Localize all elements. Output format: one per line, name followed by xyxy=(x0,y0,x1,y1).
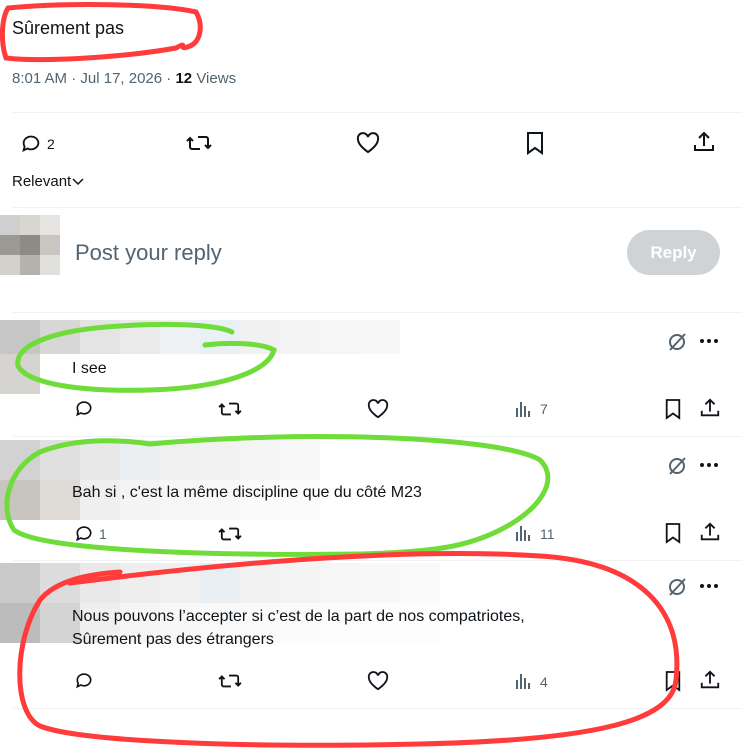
blurred-header xyxy=(0,440,320,520)
chevron-down-icon xyxy=(72,178,84,186)
blurred-header xyxy=(0,320,400,354)
divider xyxy=(12,560,742,561)
reply-text: Bah si , c'est la même discipline que du… xyxy=(72,484,422,501)
repost-icon[interactable] xyxy=(186,132,212,154)
more-icon[interactable] xyxy=(699,461,719,469)
repost-icon[interactable] xyxy=(218,524,242,544)
reply-text: I see xyxy=(72,360,107,377)
analytics-icon[interactable] xyxy=(515,524,533,542)
reply-icon[interactable] xyxy=(20,132,42,154)
reply-icon[interactable] xyxy=(74,398,94,418)
tweet-meta: 8:01 AM · Jul 17, 2026 · 12 Views xyxy=(12,70,236,87)
share-icon[interactable] xyxy=(699,521,721,543)
divider xyxy=(12,708,742,709)
reply-button[interactable]: Reply xyxy=(627,230,720,275)
reply-text: Nous pouvons l’accepter si c’est de la p… xyxy=(72,605,525,651)
reply-count: 1 xyxy=(99,526,107,542)
views-label: Views xyxy=(196,70,237,87)
bookmark-icon[interactable] xyxy=(664,670,682,692)
meta-separator: · xyxy=(71,70,81,87)
share-icon[interactable] xyxy=(699,397,721,419)
reply-count: 2 xyxy=(47,136,55,152)
divider xyxy=(12,312,742,313)
divider xyxy=(12,112,742,113)
reply-icon[interactable] xyxy=(74,670,94,690)
views-count: 4 xyxy=(540,674,548,690)
views-count: 12 xyxy=(175,70,193,87)
bookmark-icon[interactable] xyxy=(525,131,545,155)
avatar[interactable] xyxy=(0,354,40,394)
like-icon[interactable] xyxy=(367,399,389,419)
divider xyxy=(12,436,742,437)
reply-text-line: Nous pouvons l’accepter si c’est de la p… xyxy=(72,608,525,625)
avatar[interactable] xyxy=(0,215,60,275)
bookmark-icon[interactable] xyxy=(664,398,682,420)
sort-label: Relevant xyxy=(12,173,72,190)
reply-icon[interactable] xyxy=(74,523,94,543)
like-icon[interactable] xyxy=(367,671,389,691)
views-count: 7 xyxy=(540,401,548,417)
analytics-icon[interactable] xyxy=(515,400,533,418)
reply-text-line: Sûrement pas des étrangers xyxy=(72,631,274,648)
divider xyxy=(12,207,742,208)
share-icon[interactable] xyxy=(692,130,716,154)
grok-icon[interactable] xyxy=(666,576,688,598)
grok-icon[interactable] xyxy=(666,331,688,353)
views-count: 11 xyxy=(540,526,555,542)
repost-icon[interactable] xyxy=(218,671,242,691)
more-icon[interactable] xyxy=(699,337,719,345)
tweet-time[interactable]: 8:01 AM xyxy=(12,70,67,87)
analytics-icon[interactable] xyxy=(515,672,533,690)
more-icon[interactable] xyxy=(699,582,719,590)
tweet-date[interactable]: Jul 17, 2026 xyxy=(80,70,162,87)
repost-icon[interactable] xyxy=(218,399,242,419)
like-icon[interactable] xyxy=(356,132,380,154)
share-icon[interactable] xyxy=(699,669,721,691)
grok-icon[interactable] xyxy=(666,455,688,477)
bookmark-icon[interactable] xyxy=(664,522,682,544)
tweet-text: Sûrement pas xyxy=(12,18,125,38)
sort-dropdown[interactable]: Relevant xyxy=(12,173,84,190)
reply-input[interactable]: Post your reply xyxy=(75,240,222,266)
